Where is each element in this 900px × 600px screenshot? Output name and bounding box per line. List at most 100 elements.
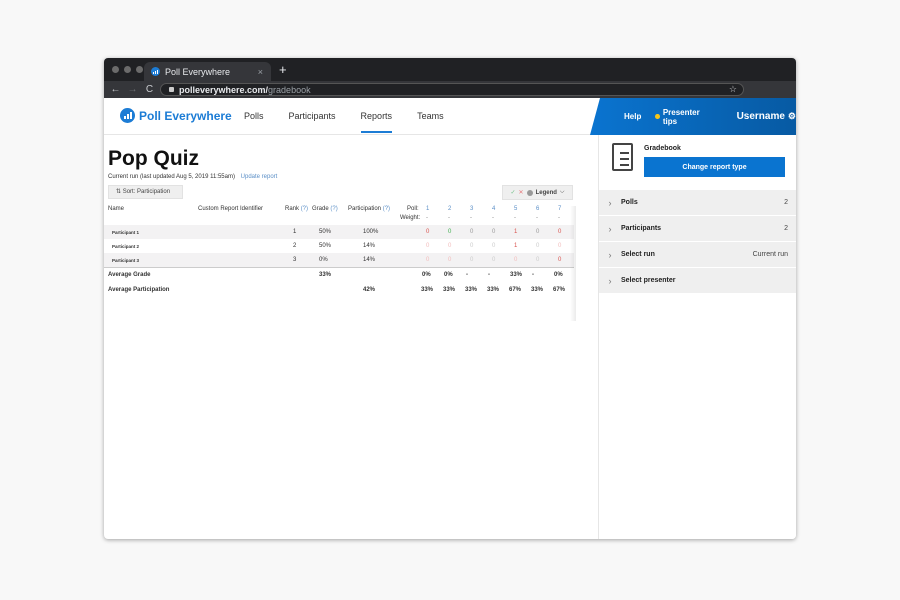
poll-average-participation: 33% [421,287,434,293]
poll-header-6[interactable]: 6 [536,206,539,212]
poll-header-1[interactable]: 1 [426,206,429,212]
col-name[interactable]: Name [108,206,124,212]
sidebar-section-polls[interactable]: › Polls 2 [599,190,796,216]
sidebar-section-select-run[interactable]: › Select run Current run [599,242,796,268]
user-menu[interactable]: Username ⚙ [737,111,796,122]
change-report-type-button[interactable]: Change report type [644,157,785,177]
logo-icon [120,108,135,123]
participation-help-icon[interactable]: (?) [383,206,390,212]
poll-score[interactable]: 0 [426,229,429,235]
poll-weight: - [470,215,472,221]
col-grade[interactable]: Grade (?) [312,206,338,212]
reload-button[interactable]: C [141,84,158,95]
participant-name[interactable]: Participant 2 [112,244,139,249]
poll-score[interactable]: 0 [448,229,451,235]
bookmark-star-icon[interactable]: ☆ [729,84,737,95]
poll-score[interactable]: 0 [536,257,539,263]
url-input[interactable]: polleverywhere.com/ gradebook ☆ [160,83,744,96]
tab-title: Poll Everywhere [165,66,231,77]
poll-score[interactable]: 1 [514,243,517,249]
table-row[interactable]: Participant 1 1 50% 100% 0 0 0 0 1 0 0 [104,225,574,239]
poll-average-grade: 0% [554,272,563,278]
average-grade-label: Average Grade [108,272,151,278]
nav-reports[interactable]: Reports [360,98,392,135]
forward-button[interactable]: → [124,84,141,95]
poll-score[interactable]: 0 [470,243,473,249]
legend-button[interactable]: ✓ ✕ Legend ⌵ [502,185,573,200]
poll-average-participation: 33% [531,287,544,293]
poll-score[interactable]: 0 [558,229,561,235]
poll-score[interactable]: 0 [448,257,451,263]
poll-score[interactable]: 0 [426,257,429,263]
poll-score[interactable]: 0 [492,243,495,249]
nav-teams[interactable]: Teams [417,98,444,135]
legend-label: Legend [535,189,557,196]
browser-tab[interactable]: Poll Everywhere × [144,62,271,81]
poll-average-grade: - [466,272,468,278]
poll-score[interactable]: 0 [558,257,561,263]
poll-weight: - [492,215,494,221]
poll-header-3[interactable]: 3 [470,206,473,212]
nav-polls[interactable]: Polls [244,98,264,135]
poll-header-4[interactable]: 4 [492,206,495,212]
brand-logo[interactable]: Poll Everywhere [120,108,232,123]
poll-score[interactable]: 0 [536,243,539,249]
weight-label: Weight: [400,215,421,221]
tab-bar: Poll Everywhere × + [104,58,796,81]
poll-score[interactable]: 0 [558,243,561,249]
help-link[interactable]: Help [624,112,641,121]
minimize-window-button[interactable] [124,66,131,73]
sidebar-section-select-presenter[interactable]: › Select presenter [599,268,796,294]
check-icon: ✓ [510,190,516,196]
rank-value: 3 [293,257,297,263]
rank-help-icon[interactable]: (?) [301,206,308,212]
lock-icon [169,87,174,92]
browser-window: Poll Everywhere × + ← → C polleverywhere… [104,58,796,539]
poll-score[interactable]: 0 [470,229,473,235]
poll-score[interactable]: 0 [492,229,495,235]
poll-weight: - [536,215,538,221]
back-button[interactable]: ← [107,84,124,95]
poll-score[interactable]: 0 [536,229,539,235]
rank-label: Rank [285,206,300,212]
presenter-tips-link[interactable]: Presenter tips [655,108,710,126]
poll-score[interactable]: 0 [448,243,451,249]
section-label: Polls [621,199,638,206]
grade-value: 50% [319,243,332,249]
poll-score[interactable]: 0 [470,257,473,263]
report-sidebar: Gradebook Change report type › Polls 2 › Par… [598,135,796,539]
poll-average-participation: 67% [553,287,566,293]
close-window-button[interactable] [112,66,119,73]
scroll-shadow [570,206,576,321]
poll-header-5[interactable]: 5 [514,206,517,212]
presenter-tips-label: Presenter tips [662,107,700,126]
poll-score[interactable]: 0 [514,257,517,263]
average-grade-value: 33% [319,272,332,278]
tab-close-icon[interactable]: × [258,67,263,77]
app-header: Poll Everywhere Polls Participants Repor… [104,98,796,135]
table-row[interactable]: Participant 2 2 50% 14% 0 0 0 0 1 0 0 [104,239,574,253]
poll-score[interactable]: 0 [426,243,429,249]
update-report-link[interactable]: Update report [241,174,278,180]
sort-button[interactable]: ⇅ Sort: Participation [108,185,183,199]
report-content: Pop Quiz Current run (last updated Aug 5… [104,135,598,539]
poll-score[interactable]: 1 [514,229,517,235]
gradebook-icon [612,143,633,171]
nav-participants[interactable]: Participants [289,98,336,135]
table-row[interactable]: Participant 3 3 0% 14% 0 0 0 0 0 0 0 [104,253,574,267]
col-participation[interactable]: Participation (?) [348,206,390,212]
participant-name[interactable]: Participant 3 [112,258,139,263]
maximize-window-button[interactable] [136,66,143,73]
poll-average-participation: 33% [465,287,478,293]
new-tab-button[interactable]: + [279,62,287,77]
poll-score[interactable]: 0 [492,257,495,263]
col-rank[interactable]: Rank (?) [285,206,308,212]
poll-header-2[interactable]: 2 [448,206,451,212]
participant-name[interactable]: Participant 1 [112,230,139,235]
sidebar-section-participants[interactable]: › Participants 2 [599,216,796,242]
poll-header-7[interactable]: 7 [558,206,561,212]
table-divider [104,267,574,268]
grade-help-icon[interactable]: (?) [330,206,337,212]
participation-value: 14% [363,257,376,263]
address-bar: ← → C polleverywhere.com/ gradebook ☆ [104,81,796,98]
